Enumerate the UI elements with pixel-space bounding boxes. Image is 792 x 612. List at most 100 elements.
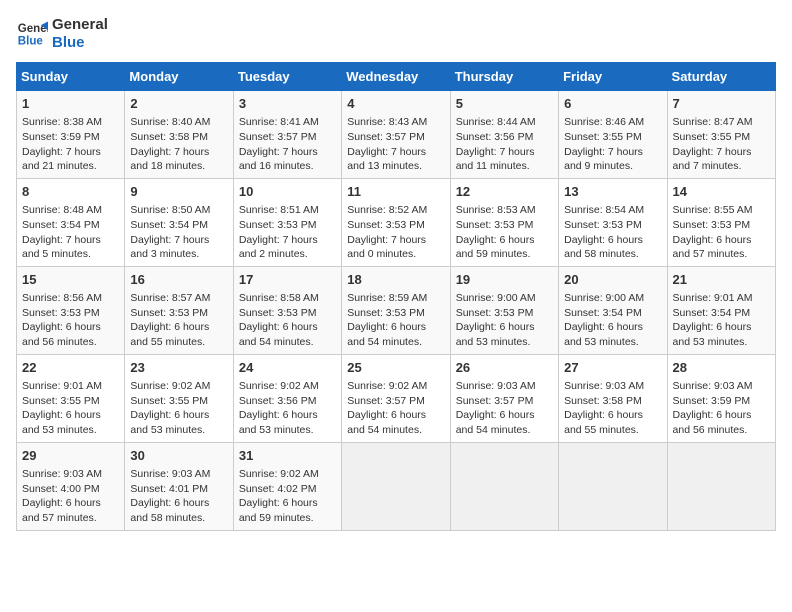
calendar-day-cell: 20 Sunrise: 9:00 AM Sunset: 3:54 PM Dayl… [559, 266, 667, 354]
day-number: 7 [673, 95, 770, 113]
day-of-week-header: Friday [559, 63, 667, 91]
calendar-day-cell: 16 Sunrise: 8:57 AM Sunset: 3:53 PM Dayl… [125, 266, 233, 354]
calendar-day-cell: 2 Sunrise: 8:40 AM Sunset: 3:58 PM Dayli… [125, 91, 233, 179]
day-info: Sunrise: 8:47 AM Sunset: 3:55 PM Dayligh… [673, 115, 770, 174]
day-number: 19 [456, 271, 553, 289]
day-info: Sunrise: 9:03 AM Sunset: 4:00 PM Dayligh… [22, 467, 119, 526]
day-number: 6 [564, 95, 661, 113]
day-of-week-header: Saturday [667, 63, 775, 91]
day-number: 11 [347, 183, 444, 201]
day-info: Sunrise: 8:55 AM Sunset: 3:53 PM Dayligh… [673, 203, 770, 262]
day-info: Sunrise: 9:03 AM Sunset: 3:57 PM Dayligh… [456, 379, 553, 438]
calendar-day-cell [342, 442, 450, 530]
day-info: Sunrise: 8:46 AM Sunset: 3:55 PM Dayligh… [564, 115, 661, 174]
day-number: 5 [456, 95, 553, 113]
day-number: 18 [347, 271, 444, 289]
day-info: Sunrise: 9:02 AM Sunset: 3:57 PM Dayligh… [347, 379, 444, 438]
day-info: Sunrise: 8:58 AM Sunset: 3:53 PM Dayligh… [239, 291, 336, 350]
day-number: 31 [239, 447, 336, 465]
day-number: 26 [456, 359, 553, 377]
calendar-day-cell: 21 Sunrise: 9:01 AM Sunset: 3:54 PM Dayl… [667, 266, 775, 354]
calendar-day-cell: 13 Sunrise: 8:54 AM Sunset: 3:53 PM Dayl… [559, 178, 667, 266]
day-info: Sunrise: 8:43 AM Sunset: 3:57 PM Dayligh… [347, 115, 444, 174]
page-header: General Blue General Blue [16, 16, 776, 52]
calendar-week-row: 8 Sunrise: 8:48 AM Sunset: 3:54 PM Dayli… [17, 178, 776, 266]
calendar-day-cell: 29 Sunrise: 9:03 AM Sunset: 4:00 PM Dayl… [17, 442, 125, 530]
day-number: 24 [239, 359, 336, 377]
day-number: 21 [673, 271, 770, 289]
calendar-day-cell [450, 442, 558, 530]
day-number: 20 [564, 271, 661, 289]
day-number: 8 [22, 183, 119, 201]
day-number: 2 [130, 95, 227, 113]
day-info: Sunrise: 9:01 AM Sunset: 3:55 PM Dayligh… [22, 379, 119, 438]
day-info: Sunrise: 9:03 AM Sunset: 4:01 PM Dayligh… [130, 467, 227, 526]
calendar-day-cell: 4 Sunrise: 8:43 AM Sunset: 3:57 PM Dayli… [342, 91, 450, 179]
day-number: 25 [347, 359, 444, 377]
day-number: 14 [673, 183, 770, 201]
day-info: Sunrise: 8:53 AM Sunset: 3:53 PM Dayligh… [456, 203, 553, 262]
day-number: 1 [22, 95, 119, 113]
calendar-day-cell: 26 Sunrise: 9:03 AM Sunset: 3:57 PM Dayl… [450, 354, 558, 442]
calendar-day-cell: 23 Sunrise: 9:02 AM Sunset: 3:55 PM Dayl… [125, 354, 233, 442]
calendar-day-cell: 19 Sunrise: 9:00 AM Sunset: 3:53 PM Dayl… [450, 266, 558, 354]
day-info: Sunrise: 9:01 AM Sunset: 3:54 PM Dayligh… [673, 291, 770, 350]
day-info: Sunrise: 8:44 AM Sunset: 3:56 PM Dayligh… [456, 115, 553, 174]
calendar-day-cell: 27 Sunrise: 9:03 AM Sunset: 3:58 PM Dayl… [559, 354, 667, 442]
day-number: 16 [130, 271, 227, 289]
day-number: 10 [239, 183, 336, 201]
calendar-week-row: 29 Sunrise: 9:03 AM Sunset: 4:00 PM Dayl… [17, 442, 776, 530]
day-of-week-header: Wednesday [342, 63, 450, 91]
calendar-day-cell: 8 Sunrise: 8:48 AM Sunset: 3:54 PM Dayli… [17, 178, 125, 266]
calendar-day-cell: 11 Sunrise: 8:52 AM Sunset: 3:53 PM Dayl… [342, 178, 450, 266]
calendar-day-cell: 3 Sunrise: 8:41 AM Sunset: 3:57 PM Dayli… [233, 91, 341, 179]
day-number: 15 [22, 271, 119, 289]
day-number: 9 [130, 183, 227, 201]
day-info: Sunrise: 8:57 AM Sunset: 3:53 PM Dayligh… [130, 291, 227, 350]
calendar-day-cell: 30 Sunrise: 9:03 AM Sunset: 4:01 PM Dayl… [125, 442, 233, 530]
logo: General Blue General Blue [16, 16, 108, 52]
day-number: 22 [22, 359, 119, 377]
day-info: Sunrise: 8:54 AM Sunset: 3:53 PM Dayligh… [564, 203, 661, 262]
calendar-week-row: 15 Sunrise: 8:56 AM Sunset: 3:53 PM Dayl… [17, 266, 776, 354]
day-info: Sunrise: 8:41 AM Sunset: 3:57 PM Dayligh… [239, 115, 336, 174]
calendar-day-cell: 17 Sunrise: 8:58 AM Sunset: 3:53 PM Dayl… [233, 266, 341, 354]
calendar-day-cell: 15 Sunrise: 8:56 AM Sunset: 3:53 PM Dayl… [17, 266, 125, 354]
day-number: 12 [456, 183, 553, 201]
calendar-day-cell: 24 Sunrise: 9:02 AM Sunset: 3:56 PM Dayl… [233, 354, 341, 442]
logo-line1: General [52, 16, 108, 34]
day-info: Sunrise: 8:52 AM Sunset: 3:53 PM Dayligh… [347, 203, 444, 262]
calendar-day-cell: 12 Sunrise: 8:53 AM Sunset: 3:53 PM Dayl… [450, 178, 558, 266]
day-number: 29 [22, 447, 119, 465]
calendar-day-cell: 9 Sunrise: 8:50 AM Sunset: 3:54 PM Dayli… [125, 178, 233, 266]
day-info: Sunrise: 8:51 AM Sunset: 3:53 PM Dayligh… [239, 203, 336, 262]
calendar-day-cell: 18 Sunrise: 8:59 AM Sunset: 3:53 PM Dayl… [342, 266, 450, 354]
day-of-week-header: Tuesday [233, 63, 341, 91]
calendar-day-cell: 10 Sunrise: 8:51 AM Sunset: 3:53 PM Dayl… [233, 178, 341, 266]
calendar-day-cell: 14 Sunrise: 8:55 AM Sunset: 3:53 PM Dayl… [667, 178, 775, 266]
day-number: 17 [239, 271, 336, 289]
logo-icon: General Blue [16, 18, 48, 50]
day-number: 27 [564, 359, 661, 377]
day-number: 13 [564, 183, 661, 201]
calendar-day-cell [559, 442, 667, 530]
calendar-week-row: 1 Sunrise: 8:38 AM Sunset: 3:59 PM Dayli… [17, 91, 776, 179]
day-info: Sunrise: 9:00 AM Sunset: 3:53 PM Dayligh… [456, 291, 553, 350]
calendar-day-cell: 1 Sunrise: 8:38 AM Sunset: 3:59 PM Dayli… [17, 91, 125, 179]
day-info: Sunrise: 8:38 AM Sunset: 3:59 PM Dayligh… [22, 115, 119, 174]
day-info: Sunrise: 8:59 AM Sunset: 3:53 PM Dayligh… [347, 291, 444, 350]
day-info: Sunrise: 8:56 AM Sunset: 3:53 PM Dayligh… [22, 291, 119, 350]
day-of-week-header: Thursday [450, 63, 558, 91]
day-info: Sunrise: 9:02 AM Sunset: 3:55 PM Dayligh… [130, 379, 227, 438]
day-info: Sunrise: 9:00 AM Sunset: 3:54 PM Dayligh… [564, 291, 661, 350]
day-number: 30 [130, 447, 227, 465]
day-info: Sunrise: 8:48 AM Sunset: 3:54 PM Dayligh… [22, 203, 119, 262]
day-number: 28 [673, 359, 770, 377]
calendar-day-cell: 5 Sunrise: 8:44 AM Sunset: 3:56 PM Dayli… [450, 91, 558, 179]
calendar-day-cell: 25 Sunrise: 9:02 AM Sunset: 3:57 PM Dayl… [342, 354, 450, 442]
calendar-day-cell: 28 Sunrise: 9:03 AM Sunset: 3:59 PM Dayl… [667, 354, 775, 442]
calendar-day-cell: 22 Sunrise: 9:01 AM Sunset: 3:55 PM Dayl… [17, 354, 125, 442]
svg-text:Blue: Blue [18, 36, 44, 48]
day-info: Sunrise: 9:02 AM Sunset: 4:02 PM Dayligh… [239, 467, 336, 526]
day-info: Sunrise: 8:50 AM Sunset: 3:54 PM Dayligh… [130, 203, 227, 262]
